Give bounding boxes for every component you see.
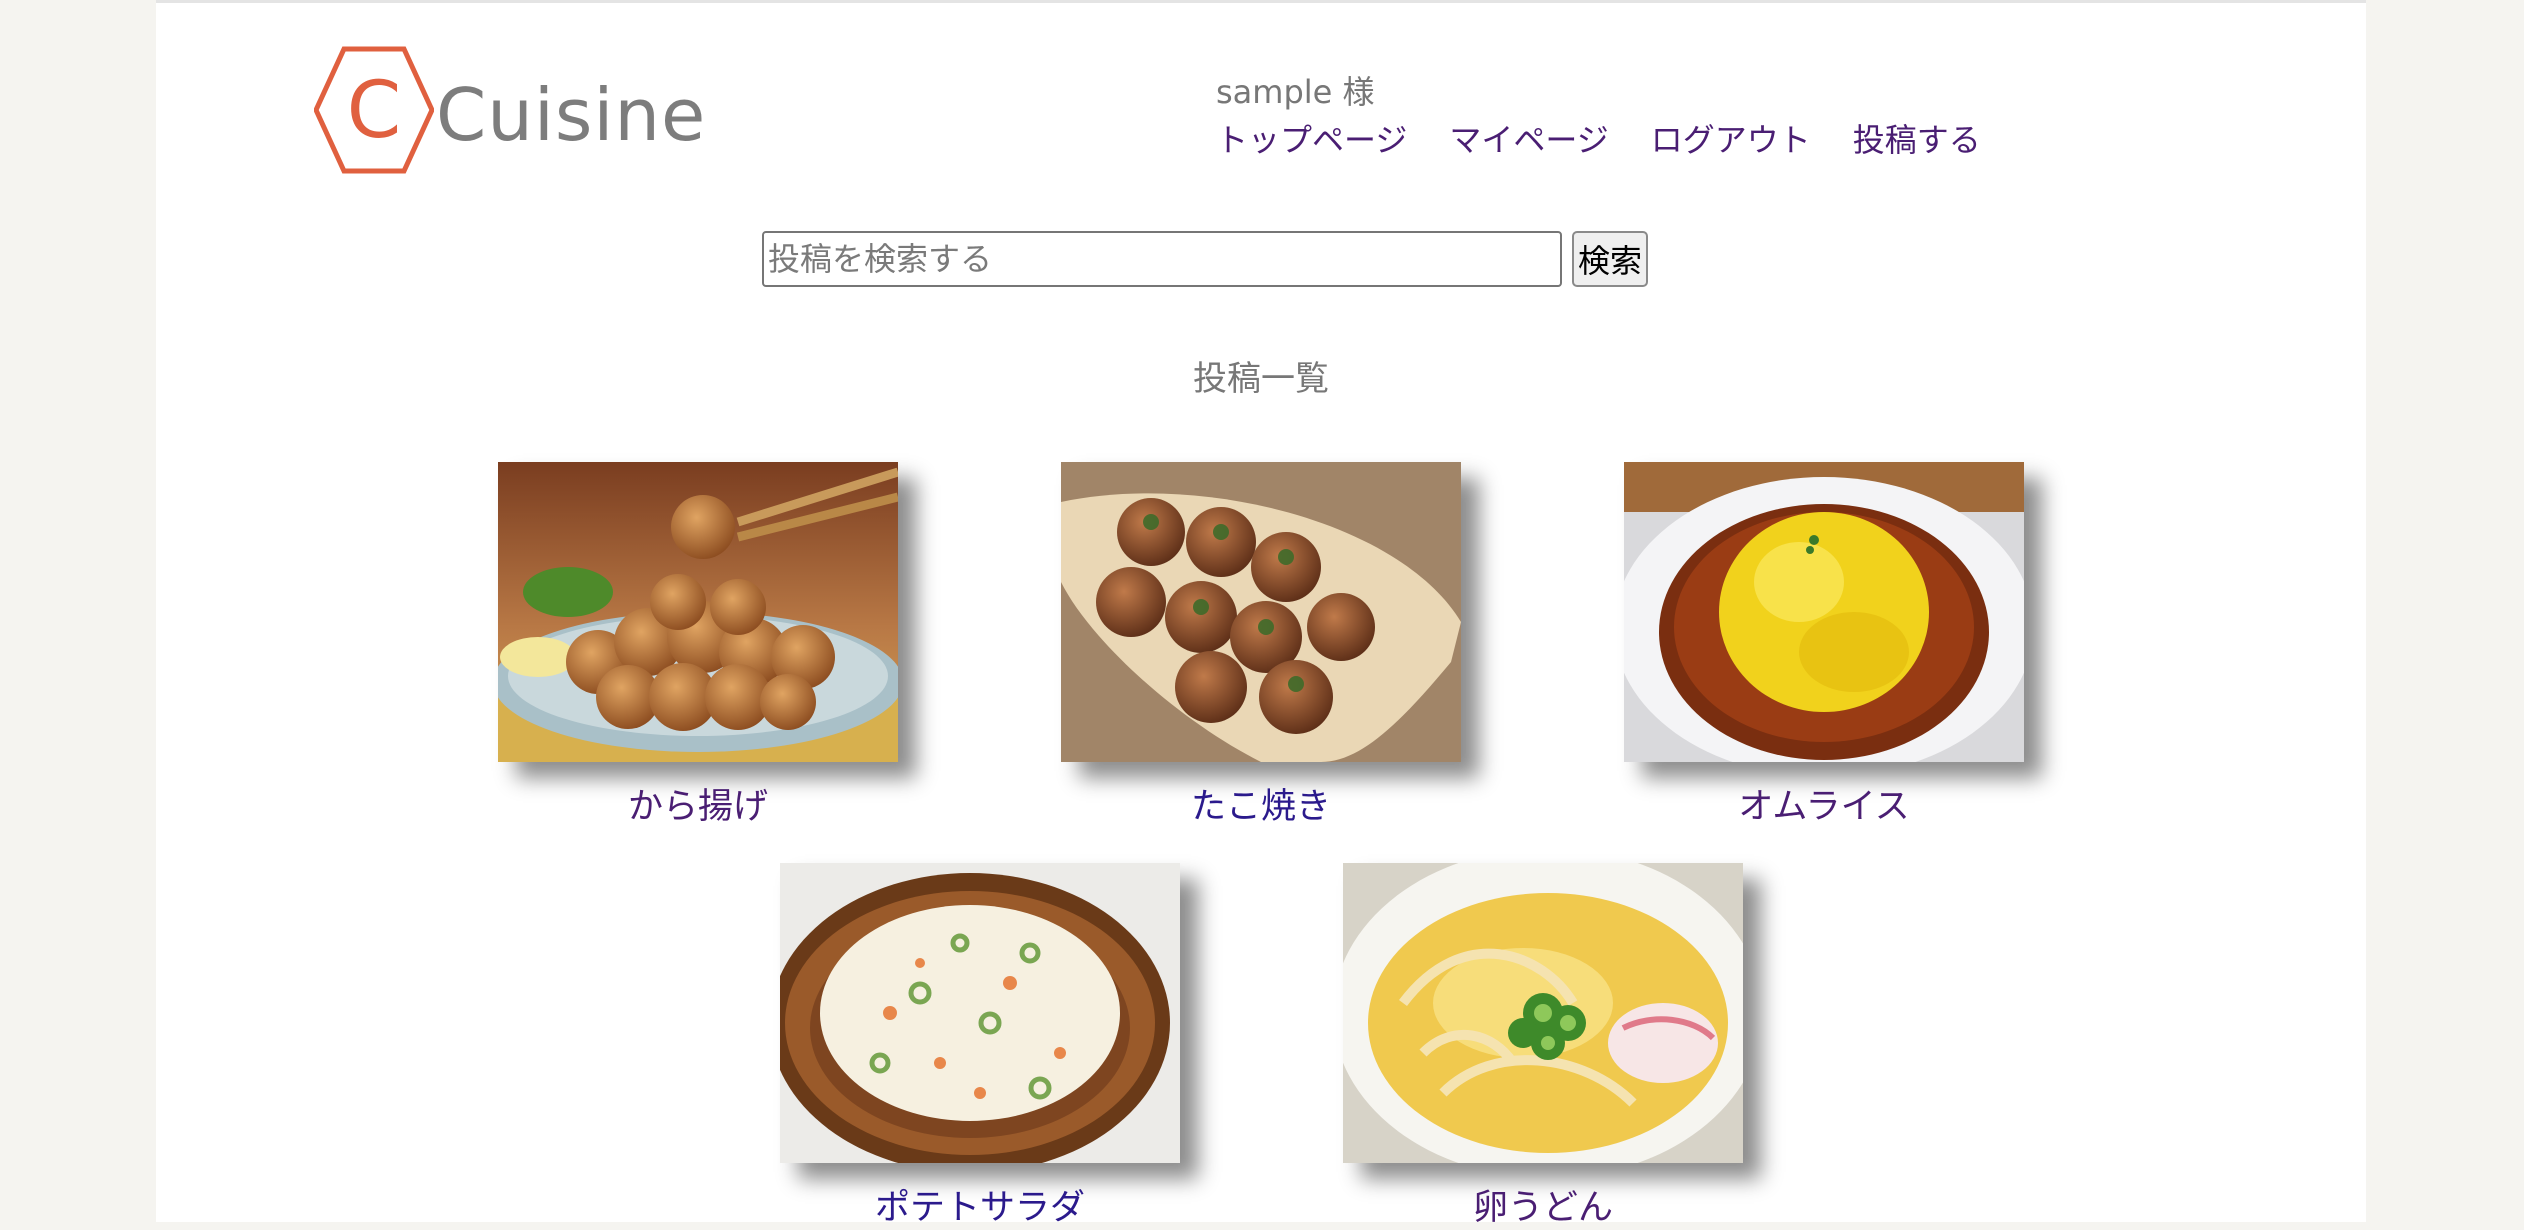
main-nav: トップページ マイページ ログアウト 投稿する (1216, 115, 1981, 161)
karaage-photo (498, 462, 898, 762)
omurice-photo (1624, 462, 2024, 762)
post-thumbnail[interactable] (498, 462, 898, 762)
post-card: から揚げ (498, 462, 898, 829)
section-title: 投稿一覧 (1193, 359, 1329, 399)
post-thumbnail[interactable] (1343, 863, 1743, 1163)
nav-new-post[interactable]: 投稿する (1853, 115, 1981, 161)
post-title-link[interactable]: から揚げ (498, 778, 898, 829)
nav-top-page[interactable]: トップページ (1216, 115, 1407, 161)
hexagon-logo-icon: C (314, 46, 434, 174)
egg-udon-photo (1343, 863, 1743, 1163)
post-title-link[interactable]: たこ焼き (1061, 778, 1461, 829)
post-card: 卵うどん (1343, 863, 1743, 1230)
search-button[interactable]: 検索 (1572, 231, 1649, 287)
logo[interactable]: C Cuisine (314, 45, 706, 175)
post-card: ポテトサラダ (780, 863, 1180, 1230)
potato-salad-photo (780, 863, 1180, 1163)
post-card: たこ焼き (1061, 462, 1461, 829)
post-title-link[interactable]: オムライス (1624, 778, 2024, 829)
user-greeting: sample 様 (1216, 73, 1375, 111)
logo-letter: C (347, 66, 401, 156)
page: C Cuisine sample 様 トップページ マイページ ログアウト 投稿… (156, 0, 2366, 1228)
brand-name: Cuisine (436, 73, 707, 157)
post-thumbnail[interactable] (1061, 462, 1461, 762)
post-thumbnail[interactable] (1624, 462, 2024, 762)
nav-logout[interactable]: ログアウト (1651, 115, 1811, 161)
post-title-link[interactable]: 卵うどん (1343, 1179, 1743, 1230)
nav-my-page[interactable]: マイページ (1449, 115, 1608, 161)
search-form: 検索 (762, 231, 1649, 287)
post-card: オムライス (1624, 462, 2024, 829)
search-input[interactable] (762, 231, 1562, 287)
takoyaki-photo (1061, 462, 1461, 762)
post-thumbnail[interactable] (780, 863, 1180, 1163)
post-title-link[interactable]: ポテトサラダ (780, 1179, 1180, 1230)
